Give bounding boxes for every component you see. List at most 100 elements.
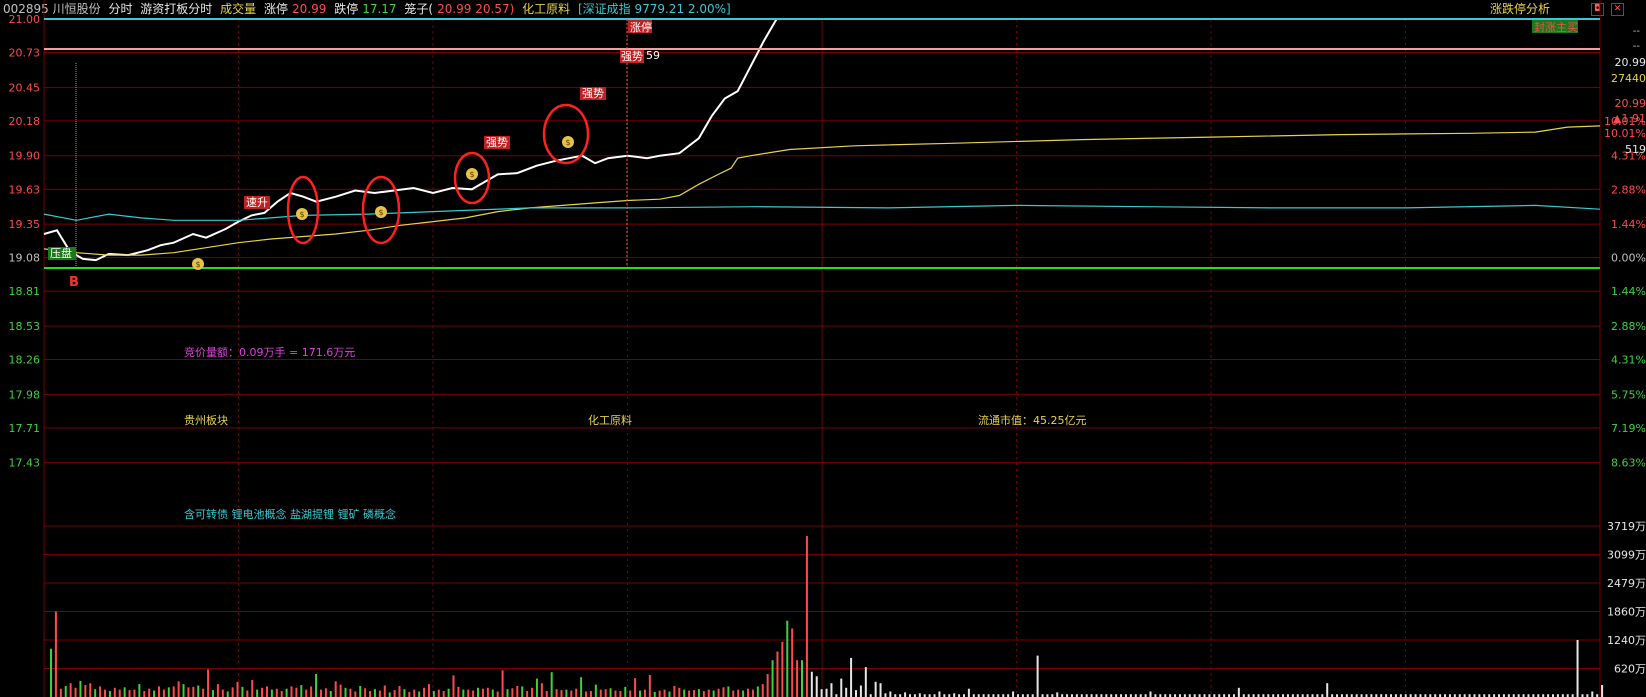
volume-bar	[275, 688, 278, 697]
volume-bar	[501, 670, 504, 697]
volume-bar	[241, 686, 244, 697]
volume-bar	[246, 690, 249, 697]
volume-bar	[398, 685, 401, 697]
susheng-tag: 速升	[246, 196, 268, 209]
volume-bar	[50, 648, 52, 697]
volume-bar	[791, 628, 794, 697]
volume-bar	[270, 689, 273, 697]
volume-bar	[560, 690, 563, 697]
volume-bar	[103, 689, 106, 697]
volume-bar	[265, 686, 268, 697]
volume-bar	[157, 686, 160, 697]
volume-bar	[742, 690, 745, 697]
volume-bar	[118, 689, 121, 697]
volume-bar	[388, 692, 391, 697]
price-tick-label: 21.00	[9, 13, 41, 26]
volume-bar	[859, 685, 862, 697]
price-tick-label: 18.26	[9, 354, 41, 367]
pct-tick-label: 2.88%	[1611, 183, 1646, 196]
volume-bar	[162, 689, 165, 697]
volume-bar	[570, 690, 573, 697]
volume-bar	[619, 691, 622, 697]
volume-bar	[256, 689, 259, 697]
volume-bar	[236, 681, 239, 697]
rp-pct: 10.01%	[1604, 127, 1646, 140]
volume-bar	[683, 689, 686, 697]
volume-bar	[207, 669, 210, 697]
concept-tags: 含可转债 锂电池概念 盐湖提锂 锂矿 磷概念	[184, 507, 396, 521]
volume-bar	[751, 689, 754, 697]
volume-bar	[413, 689, 416, 697]
volume-bar	[820, 689, 823, 697]
svg-text:$: $	[469, 170, 474, 179]
pct-tick-label: 7.19%	[1611, 422, 1646, 435]
volume-bar	[177, 681, 180, 697]
volume-bar	[629, 690, 632, 697]
volume-bar	[609, 688, 612, 697]
volume-bar	[585, 691, 588, 697]
volume-bar	[447, 688, 450, 697]
pct-tick-label: 1.44%	[1611, 218, 1646, 231]
volume-bar	[879, 683, 882, 697]
volume-bar	[491, 689, 494, 697]
volume-bar	[69, 683, 72, 697]
volume-bar	[884, 693, 887, 697]
volume-bar	[840, 678, 843, 697]
volume-bar	[599, 689, 602, 697]
volume-bar	[1012, 691, 1015, 697]
volume-bar	[761, 684, 764, 697]
money-bag-icon: $	[562, 136, 574, 148]
yawei-tag: 压盘	[50, 246, 72, 260]
volume-bar	[315, 674, 318, 697]
price-tick-label: 20.45	[9, 81, 41, 94]
volume-bar	[457, 686, 460, 697]
svg-text:$: $	[195, 260, 200, 269]
price-tick-label: 19.63	[9, 183, 41, 196]
volume-bar	[310, 686, 313, 697]
volume-bar	[393, 690, 396, 697]
rp-num: 519	[1625, 143, 1646, 156]
price-tick-label: 19.35	[9, 218, 41, 231]
volume-bar	[1576, 639, 1579, 697]
volume-bar	[830, 683, 833, 697]
volume-bar	[329, 691, 332, 697]
volume-bar	[889, 691, 892, 697]
volume-bar	[369, 691, 372, 697]
volume-bar	[589, 691, 592, 697]
volume-bar	[364, 688, 367, 697]
volume-bar	[99, 686, 102, 697]
volume-tick-label: 2479万	[1607, 577, 1646, 590]
volume-bar	[452, 675, 455, 697]
volume-bar	[153, 690, 156, 697]
volume-bar	[658, 690, 661, 697]
auction-info: 竞价量额：0.09万手 = 171.6万元	[184, 345, 355, 359]
volume-bar	[953, 693, 956, 697]
volume-tick-label: 3719万	[1607, 520, 1646, 533]
volume-tick-label: 1860万	[1607, 605, 1646, 618]
volume-bar	[697, 689, 700, 697]
volume-bar	[526, 691, 529, 697]
volume-bar	[418, 691, 421, 697]
price-tick-label: 20.73	[9, 47, 41, 60]
volume-bar	[825, 688, 828, 697]
qiangshi-top-tag: 强势	[621, 50, 643, 63]
volume-bar	[663, 689, 666, 697]
volume-bar	[359, 685, 362, 697]
volume-bar	[54, 611, 57, 697]
price-tick-label: 19.08	[9, 252, 41, 265]
rp-dash2: --	[1633, 41, 1641, 52]
volume-bar	[580, 677, 583, 697]
volume-bar	[850, 657, 853, 697]
volume-bar	[722, 687, 725, 697]
volume-bar	[305, 689, 308, 697]
volume-bar	[295, 687, 298, 697]
volume-bar	[79, 680, 82, 697]
volume-bar	[167, 687, 170, 697]
volume-bar	[805, 536, 808, 697]
volume-bar	[756, 686, 759, 697]
volume-bar	[290, 686, 293, 697]
volume-bar	[864, 667, 867, 697]
volume-bar	[226, 691, 229, 697]
volume-bar	[349, 688, 352, 697]
volume-bar	[545, 691, 548, 697]
